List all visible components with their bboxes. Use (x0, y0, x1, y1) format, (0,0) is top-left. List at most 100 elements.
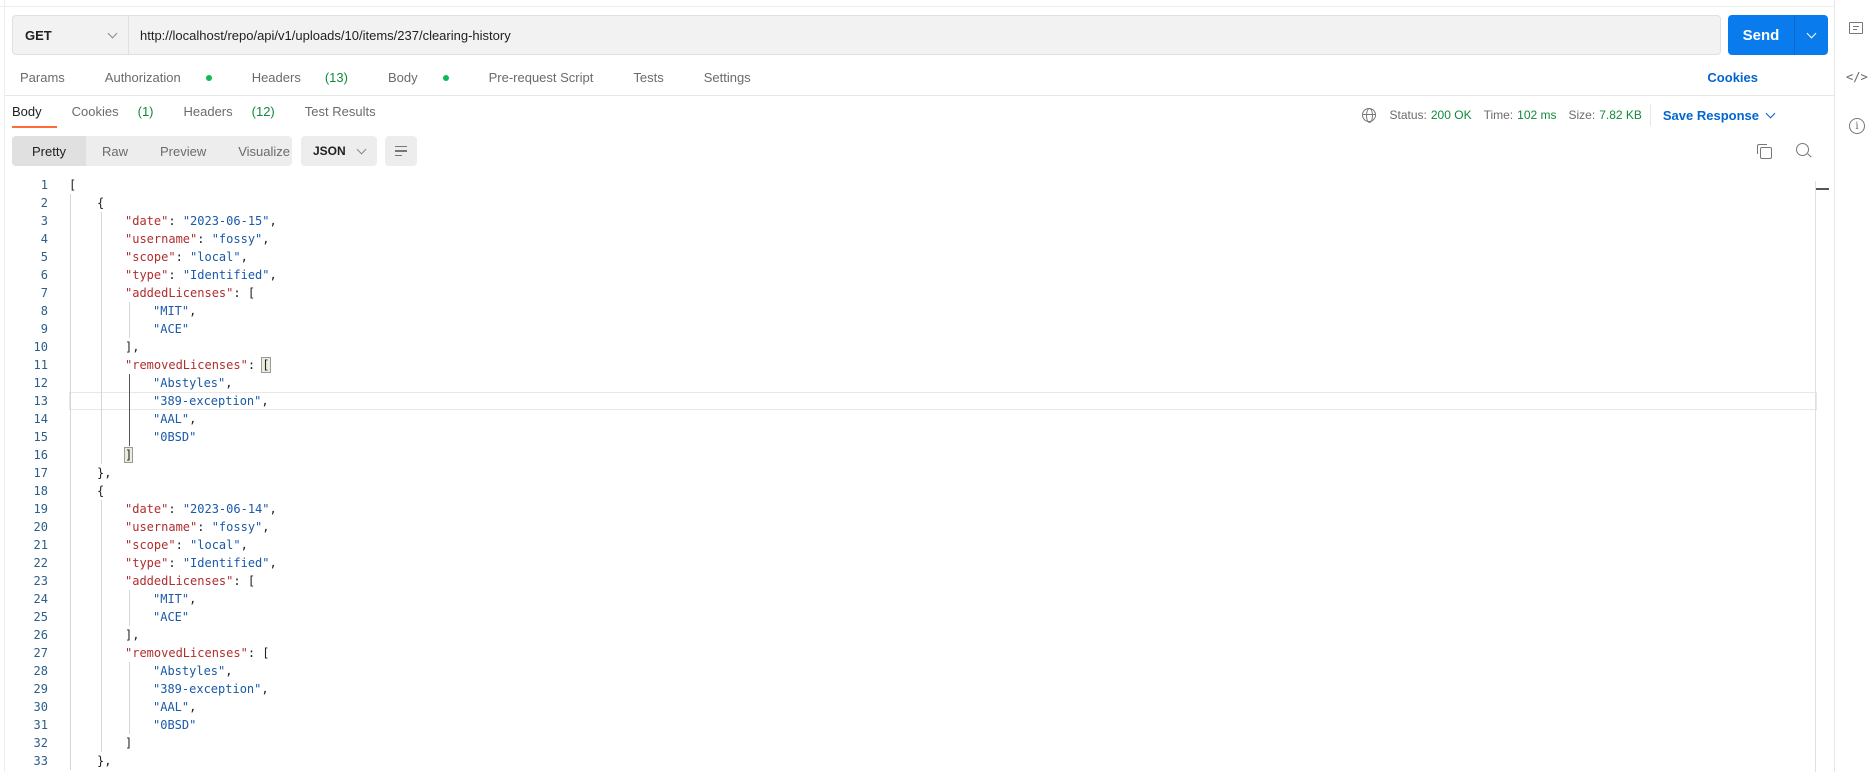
indent-guide (70, 680, 71, 698)
code-icon[interactable]: </> (1846, 70, 1868, 84)
code-text: "username": "fossy", (125, 518, 270, 536)
json-punct: : (175, 250, 191, 264)
tab-params[interactable]: Params (20, 70, 85, 85)
indent-guide (129, 662, 130, 680)
chevron-down-icon (1806, 28, 1817, 38)
json-punct: : [ (233, 286, 256, 300)
save-response-button[interactable]: Save Response (1663, 108, 1776, 123)
indent-guide (101, 338, 102, 356)
tab-tests[interactable]: Tests (633, 70, 683, 85)
right-sidebar: </> i (1836, 0, 1876, 772)
response-tab-body[interactable]: Body (12, 104, 57, 128)
json-string: "2023-06-14" (182, 502, 270, 516)
response-tabs: Body Cookies (1) Headers (12) Test Results (12, 104, 406, 128)
view-mode-preview[interactable]: Preview (144, 136, 222, 166)
tab-pre-request-script[interactable]: Pre-request Script (489, 70, 614, 85)
indent-guide (129, 428, 130, 446)
indent-guide (70, 302, 71, 320)
time-value[interactable]: 102 ms (1517, 108, 1556, 122)
indent-guide (70, 320, 71, 338)
json-punct: , (189, 412, 197, 426)
code-text: ] (123, 446, 134, 464)
indent-guide (70, 212, 71, 230)
indent-guide (101, 356, 102, 374)
json-punct: , (189, 592, 197, 606)
response-status-bar: Status: 200 OK Time: 102 ms Size: 7.82 K… (1361, 104, 1776, 126)
chevron-down-icon (356, 144, 367, 154)
line-number: 16 (33, 448, 48, 462)
code-text: "AAL", (153, 410, 196, 428)
code-line: 27 "removedLicenses": [ (12, 644, 1829, 662)
tab-settings[interactable]: Settings (704, 70, 771, 85)
view-mode-visualize[interactable]: Visualize (222, 136, 306, 166)
code-text: "Abstyles", (153, 374, 232, 392)
tab-label: Cookies (71, 104, 119, 119)
line-number: 25 (33, 610, 48, 624)
indent-guide (70, 734, 71, 752)
indent-guide (101, 284, 102, 302)
json-string: "ACE" (153, 322, 190, 336)
line-number: 10 (33, 340, 48, 354)
status-value[interactable]: 200 OK (1431, 108, 1472, 122)
url-input[interactable]: http://localhost/repo/api/v1/uploads/10/… (129, 28, 511, 43)
tab-headers[interactable]: Headers (13) (252, 70, 368, 85)
status-dot-icon (205, 74, 212, 81)
search-icon[interactable] (1796, 143, 1812, 159)
json-punct: , (189, 304, 197, 318)
indent-guide (70, 572, 71, 590)
json-string: "local" (190, 250, 241, 264)
send-options-button[interactable] (1795, 15, 1828, 55)
indent-guide (101, 320, 102, 338)
line-number: 29 (33, 682, 48, 696)
code-line: 28 "Abstyles", (12, 662, 1829, 680)
request-workspace: GET http://localhost/repo/api/v1/uploads… (0, 0, 1835, 772)
code-line: 10], (12, 338, 1829, 356)
wrap-lines-button[interactable] (385, 136, 417, 166)
response-tab-test-results[interactable]: Test Results (305, 104, 391, 119)
cookies-link[interactable]: Cookies (1707, 70, 1758, 85)
size-label: Size: (1568, 108, 1596, 122)
line-number: 17 (33, 466, 48, 480)
globe-icon[interactable] (1361, 108, 1376, 123)
indent-guide (70, 284, 71, 302)
code-text: "0BSD" (153, 716, 196, 734)
line-number: 6 (40, 268, 48, 282)
view-mode-pretty[interactable]: Pretty (12, 136, 86, 166)
line-number: 4 (40, 232, 48, 246)
divider (1649, 104, 1651, 126)
comment-icon[interactable] (1849, 22, 1863, 34)
json-punct: , (269, 268, 277, 282)
method-select[interactable]: GET (13, 16, 129, 54)
editor-scrollbar[interactable] (1815, 181, 1829, 772)
json-punct: , (240, 538, 248, 552)
send-button[interactable]: Send (1728, 15, 1795, 55)
response-tab-headers[interactable]: Headers (12) (184, 104, 290, 119)
view-mode-selector: Pretty Raw Preview Visualize (12, 136, 292, 166)
json-string: "Abstyles" (153, 376, 226, 390)
size-value[interactable]: 7.82 KB (1599, 108, 1642, 122)
code-text: "0BSD" (153, 428, 196, 446)
response-tab-cookies[interactable]: Cookies (1) (72, 104, 169, 119)
url-bar: GET http://localhost/repo/api/v1/uploads… (12, 15, 1721, 55)
indent-guide (70, 248, 71, 266)
json-key: "type" (125, 556, 169, 570)
indent-guide (70, 392, 71, 410)
line-number: 21 (33, 538, 48, 552)
tab-body[interactable]: Body (388, 70, 469, 85)
tab-label: Tests (633, 70, 664, 85)
copy-icon[interactable] (1757, 144, 1772, 159)
response-body-editor[interactable]: 1[2{3 "date": "2023-06-15", 4 "username": "… (12, 176, 1829, 772)
code-line: 8 "MIT", (12, 302, 1829, 320)
json-punct: , (261, 682, 269, 696)
json-punct: : [ (233, 574, 256, 588)
tab-authorization[interactable]: Authorization (105, 70, 232, 85)
line-number: 11 (33, 358, 48, 372)
view-mode-raw[interactable]: Raw (86, 136, 144, 166)
json-punct: }, (97, 754, 112, 768)
format-select[interactable]: JSON (301, 136, 377, 166)
scroll-thumb[interactable] (1816, 188, 1829, 190)
info-icon[interactable]: i (1849, 118, 1865, 134)
indent-guide (101, 446, 102, 464)
json-string: "fossy" (211, 520, 263, 534)
tab-label: Body (12, 104, 42, 119)
